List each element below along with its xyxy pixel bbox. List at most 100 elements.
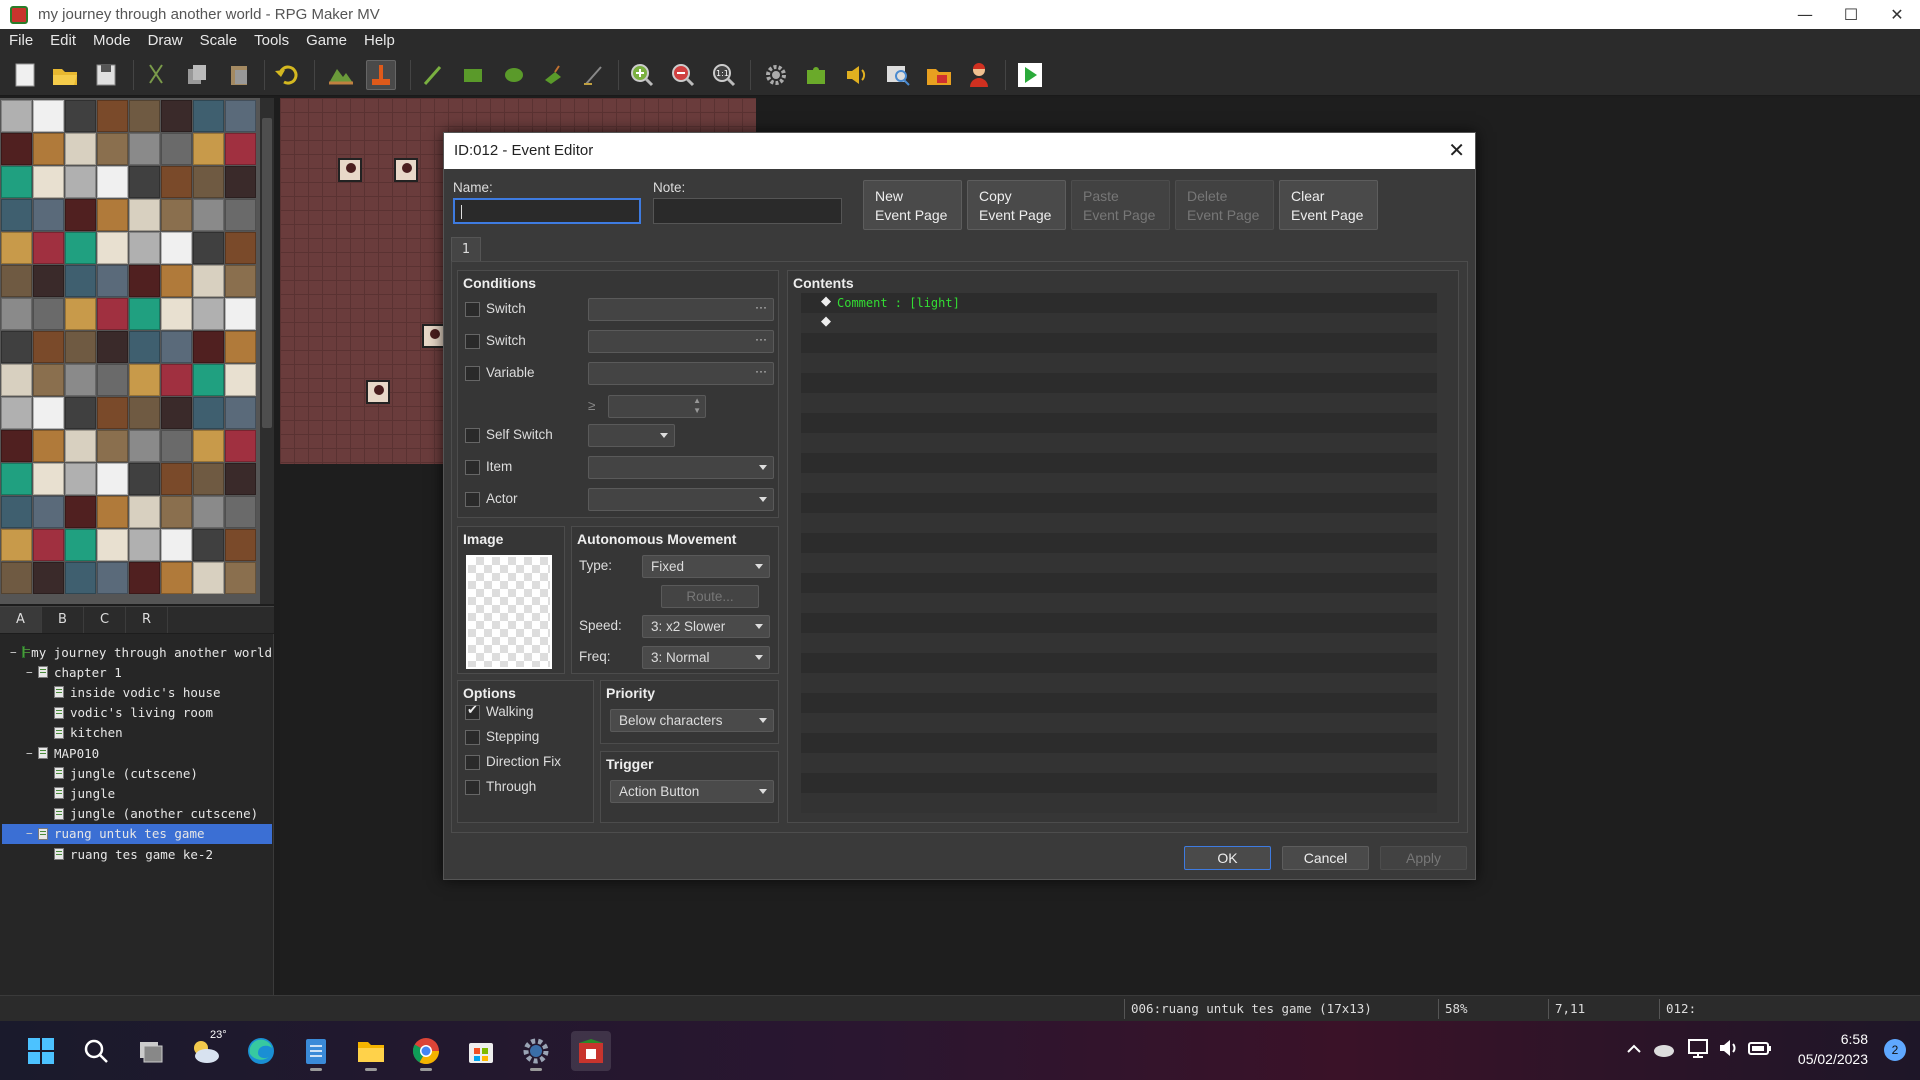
store-icon[interactable] bbox=[461, 1031, 501, 1071]
map-tree-item[interactable]: − my journey through another world bbox=[2, 642, 272, 662]
map-mode-icon[interactable] bbox=[326, 60, 356, 90]
map-tree-item[interactable]: − chapter 1 bbox=[2, 662, 272, 682]
movement-type-select[interactable]: Fixed bbox=[642, 555, 770, 578]
expander-icon[interactable]: − bbox=[26, 827, 33, 840]
delete-event-page-button[interactable]: Delete Event Page bbox=[1175, 180, 1274, 230]
notification-badge[interactable]: 2 bbox=[1884, 1039, 1906, 1061]
zoom-out-icon[interactable] bbox=[668, 60, 698, 90]
contents-row[interactable] bbox=[801, 413, 1437, 433]
menu-file[interactable]: File bbox=[0, 32, 41, 49]
contents-row[interactable] bbox=[801, 673, 1437, 693]
notepad-icon[interactable] bbox=[296, 1031, 336, 1071]
map-tree-item[interactable]: ruang tes game ke-2 bbox=[2, 844, 272, 864]
settings-icon[interactable] bbox=[516, 1031, 556, 1071]
ellipse-icon[interactable] bbox=[499, 60, 529, 90]
tileset-tab-a[interactable]: A bbox=[0, 607, 42, 633]
item-select[interactable] bbox=[588, 456, 774, 479]
variable-checkbox[interactable] bbox=[465, 366, 480, 381]
new-event-page-button[interactable]: New Event Page bbox=[863, 180, 962, 230]
network-icon[interactable] bbox=[1687, 1037, 1709, 1063]
contents-row[interactable] bbox=[801, 613, 1437, 633]
battery-icon[interactable] bbox=[1748, 1037, 1772, 1063]
actual-size-icon[interactable]: 1:1 bbox=[709, 60, 739, 90]
actor-select[interactable] bbox=[588, 488, 774, 511]
clear-event-page-button[interactable]: Clear Event Page bbox=[1279, 180, 1378, 230]
contents-row[interactable] bbox=[801, 493, 1437, 513]
switch1-checkbox[interactable] bbox=[465, 302, 480, 317]
event-mode-icon[interactable] bbox=[366, 60, 396, 90]
tileset-tab-b[interactable]: B bbox=[42, 607, 84, 633]
item-checkbox[interactable] bbox=[465, 460, 480, 475]
expander-icon[interactable]: − bbox=[26, 747, 33, 760]
contents-row[interactable] bbox=[801, 713, 1437, 733]
chevron-up-icon[interactable] bbox=[1625, 1039, 1643, 1063]
shadow-pen-icon[interactable] bbox=[579, 60, 609, 90]
trigger-select[interactable]: Action Button bbox=[610, 780, 774, 803]
contents-row[interactable] bbox=[801, 753, 1437, 773]
rpg-maker-icon[interactable] bbox=[571, 1031, 611, 1071]
map-tree-item[interactable]: − ruang untuk tes game bbox=[2, 823, 272, 844]
contents-row[interactable] bbox=[801, 393, 1437, 413]
playtest-icon[interactable] bbox=[1015, 60, 1045, 90]
map-event[interactable] bbox=[394, 158, 418, 182]
self-switch-select[interactable] bbox=[588, 424, 675, 447]
contents-row[interactable] bbox=[801, 473, 1437, 493]
menu-mode[interactable]: Mode bbox=[84, 32, 139, 49]
contents-row[interactable]: ◆ bbox=[801, 313, 1437, 333]
contents-row[interactable]: ◆ Comment : [light] bbox=[801, 293, 1437, 313]
scrollbar-thumb[interactable] bbox=[262, 118, 272, 428]
cancel-button[interactable]: Cancel bbox=[1282, 846, 1369, 870]
variable-selector[interactable]: ··· bbox=[588, 362, 774, 385]
tileset-tab-r[interactable]: R bbox=[126, 607, 168, 633]
switch1-selector[interactable]: ··· bbox=[588, 298, 774, 321]
contents-row[interactable] bbox=[801, 793, 1437, 813]
new-project-icon[interactable] bbox=[10, 60, 40, 90]
switch2-checkbox[interactable] bbox=[465, 334, 480, 349]
contents-row[interactable] bbox=[801, 553, 1437, 573]
tileset-tab-c[interactable]: C bbox=[84, 607, 126, 633]
map-tree-item[interactable]: vodic's living room bbox=[2, 703, 272, 723]
expander-icon[interactable]: − bbox=[10, 646, 17, 659]
map-tree-item[interactable]: − MAP010 bbox=[2, 743, 272, 763]
sound-test-icon[interactable] bbox=[842, 60, 872, 90]
expander-icon[interactable]: − bbox=[26, 666, 33, 679]
flood-fill-icon[interactable] bbox=[539, 60, 569, 90]
cut-icon[interactable] bbox=[141, 60, 171, 90]
contents-row[interactable] bbox=[801, 333, 1437, 353]
weather-icon[interactable]: 23° bbox=[186, 1029, 227, 1071]
contents-row[interactable] bbox=[801, 433, 1437, 453]
menu-draw[interactable]: Draw bbox=[139, 32, 191, 49]
contents-row[interactable] bbox=[801, 353, 1437, 373]
contents-row[interactable] bbox=[801, 593, 1437, 613]
clock[interactable]: 6:58 05/02/2023 bbox=[1798, 1029, 1868, 1069]
pencil-icon[interactable] bbox=[418, 60, 448, 90]
onedrive-icon[interactable] bbox=[1652, 1039, 1676, 1063]
resource-manager-icon[interactable] bbox=[924, 60, 954, 90]
copy-icon[interactable] bbox=[182, 60, 212, 90]
priority-select[interactable]: Below characters bbox=[610, 709, 774, 732]
route-button[interactable]: Route... bbox=[661, 585, 759, 608]
event-image-preview[interactable] bbox=[466, 555, 552, 669]
plugin-manager-icon[interactable] bbox=[801, 60, 831, 90]
tab-page-1[interactable]: 1 bbox=[451, 237, 481, 262]
task-view-icon[interactable] bbox=[131, 1031, 171, 1071]
character-generator-icon[interactable] bbox=[964, 60, 994, 90]
actor-checkbox[interactable] bbox=[465, 492, 480, 507]
open-project-icon[interactable] bbox=[50, 60, 80, 90]
menu-game[interactable]: Game bbox=[297, 32, 355, 49]
map-tree-item[interactable]: jungle bbox=[2, 783, 272, 803]
chrome-icon[interactable] bbox=[406, 1031, 446, 1071]
file-explorer-icon[interactable] bbox=[351, 1031, 391, 1071]
start-icon[interactable] bbox=[21, 1031, 61, 1071]
map-tree-item[interactable]: jungle (cutscene) bbox=[2, 763, 272, 783]
tileset-palette[interactable] bbox=[0, 98, 260, 604]
menu-tools[interactable]: Tools bbox=[245, 32, 297, 49]
contents-row[interactable] bbox=[801, 453, 1437, 473]
copy-event-page-button[interactable]: Copy Event Page bbox=[967, 180, 1066, 230]
ok-button[interactable]: OK bbox=[1184, 846, 1271, 870]
stepping-checkbox[interactable] bbox=[465, 730, 480, 745]
contents-row[interactable] bbox=[801, 693, 1437, 713]
tileset-scrollbar[interactable] bbox=[260, 98, 274, 604]
event-commands-list[interactable]: ◆ Comment : [light] ◆ bbox=[801, 293, 1446, 815]
contents-row[interactable] bbox=[801, 573, 1437, 593]
